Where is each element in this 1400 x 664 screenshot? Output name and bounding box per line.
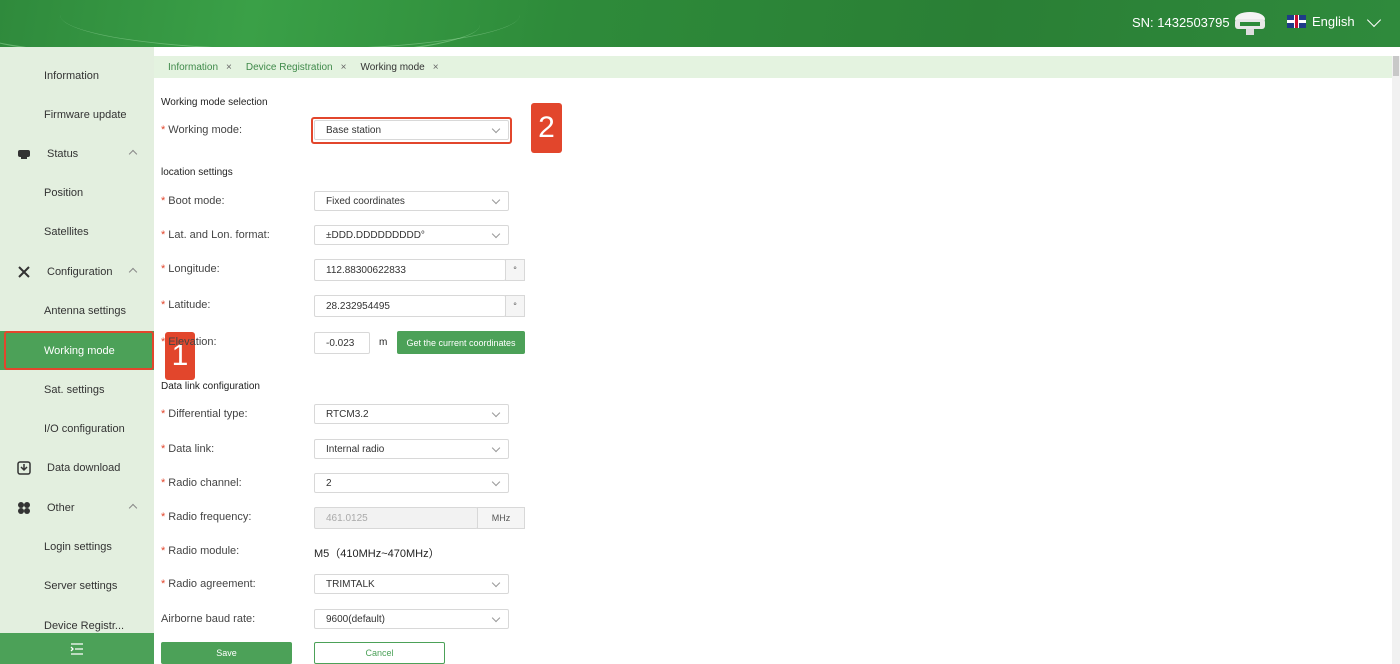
chevron-down-icon [1366,12,1381,27]
chevron-down-icon [491,477,501,487]
differential-type-select[interactable]: RTCM3.2 [314,404,509,424]
boot-mode-select[interactable]: Fixed coordinates [314,191,509,211]
annotation-badge-2: 2 [531,103,562,153]
chevron-up-icon [128,267,138,277]
radio-agreement-label: * Radio agreement: [161,578,256,590]
section-title: Data link configuration [161,381,260,392]
monitor-icon [18,149,30,159]
boot-mode-label: * Boot mode: [161,195,225,207]
differential-type-label: * Differential type: [161,408,248,420]
sidebar-item-login-settings[interactable]: Login settings [0,527,154,566]
radio-frequency-unit: MHz [477,507,525,529]
longitude-unit: ° [505,259,525,281]
section-title: location settings [161,167,233,178]
latlon-format-select[interactable]: ±DDD.DDDDDDDDD° [314,225,509,245]
receiver-device-icon [1235,12,1265,35]
close-icon[interactable]: × [433,62,439,73]
airborne-baud-rate-select[interactable]: 9600(default) [314,609,509,629]
tools-icon [18,265,30,278]
sidebar-item-label: Login settings [44,540,112,553]
latlon-format-label: * Lat. and Lon. format: [161,229,270,241]
sidebar-item-label: Position [44,186,84,199]
latitude-label: * Latitude: [161,299,211,311]
tab-label: Working mode [360,61,425,73]
language-label: English [1312,14,1355,29]
radio-agreement-select[interactable]: TRIMTALK [314,574,509,594]
sidebar-item-server-settings[interactable]: Server settings [0,566,154,605]
sidebar-group-other[interactable]: Other [0,488,154,527]
chevron-down-icon [491,578,501,588]
sidebar-item-label: Data download [47,461,121,474]
highlight-box [4,331,154,370]
cancel-button[interactable]: Cancel [314,642,445,664]
latitude-unit: ° [505,295,525,317]
sidebar-item-label: Firmware update [44,108,127,121]
elevation-label: * Elevation: [161,336,217,348]
tab-device-registration[interactable]: Device Registration × [232,62,347,73]
data-link-label: * Data link: [161,443,215,455]
working-mode-label: * Working mode: [161,124,243,136]
sidebar-item-label: Configuration [47,265,113,278]
tab-information[interactable]: Information × [154,62,232,73]
longitude-input[interactable]: 112.88300622833 [314,259,506,281]
chevron-down-icon [491,613,501,623]
chevron-down-icon [491,195,501,205]
sidebar-item-satellites[interactable]: Satellites [0,212,154,251]
top-header-bar: SN: 1432503795 English [0,0,1400,47]
menu-collapse-icon [70,642,83,655]
sidebar-item-data-download[interactable]: Data download [0,448,154,487]
highlight-box [311,117,512,144]
sidebar-item-firmware-update[interactable]: Firmware update [0,95,154,134]
download-icon [17,460,31,475]
radio-frequency-label: * Radio frequency: [161,511,252,523]
longitude-label: * Longitude: [161,263,220,275]
sidebar-item-label: Information [44,69,100,82]
get-current-coordinates-button[interactable]: Get the current coordinates [397,331,525,354]
tab-bar: Information × Device Registration × Workin… [154,56,1400,78]
radio-frequency-input: 461.0125 [314,507,478,529]
sidebar-item-label: Antenna settings [44,304,126,317]
tab-working-mode[interactable]: Working mode × [346,62,438,73]
sidebar-item-label: Sat. settings [44,383,105,396]
tab-label: Information [168,61,219,73]
radio-module-label: * Radio module: [161,545,240,557]
sidebar-group-configuration[interactable]: Configuration [0,252,154,291]
sidebar-item-label: Other [47,501,75,514]
serial-number: SN: 1432503795 [1132,15,1230,30]
sidebar-item-position[interactable]: Position [0,173,154,212]
sidebar-item-information[interactable]: Information [0,56,154,95]
airborne-baud-rate-label: Airborne baud rate: [161,613,256,625]
elevation-unit: m [379,337,388,348]
latitude-input[interactable]: 28.232954495 [314,295,506,317]
radio-module-value: M5（410MHz~470MHz） [314,548,440,560]
scrollbar-thumb[interactable] [1393,56,1399,76]
sidebar-item-label: Satellites [44,225,89,238]
language-selector[interactable]: English [1287,12,1381,29]
header-decoration [60,0,520,47]
save-button[interactable]: Save [161,642,292,664]
radio-channel-label: * Radio channel: [161,477,242,489]
sidebar-item-sat-settings[interactable]: Sat. settings [0,370,154,409]
tab-label: Device Registration [245,61,333,73]
sidebar-item-label: Device Registr... [44,619,125,632]
sidebar-item-antenna-settings[interactable]: Antenna settings [0,291,154,330]
radio-channel-select[interactable]: 2 [314,473,509,493]
sidebar-collapse-button[interactable] [0,633,154,664]
uk-flag-icon [1287,15,1306,28]
chevron-up-icon [128,503,138,513]
vertical-scrollbar[interactable] [1392,56,1400,664]
sidebar-item-label: Status [47,147,79,160]
sidebar-item-io-configuration[interactable]: I/O configuration [0,409,154,448]
chevron-down-icon [491,443,501,453]
sidebar-item-label: I/O configuration [44,422,125,435]
sidebar-item-label: Server settings [44,579,118,592]
chevron-down-icon [491,229,501,239]
apps-grid-icon [18,501,30,514]
chevron-up-icon [128,149,138,159]
sidebar-group-status[interactable]: Status [0,134,154,173]
chevron-down-icon [491,408,501,418]
section-title: Working mode selection [161,97,268,108]
data-link-select[interactable]: Internal radio [314,439,509,459]
elevation-input[interactable]: -0.023 [314,332,370,354]
